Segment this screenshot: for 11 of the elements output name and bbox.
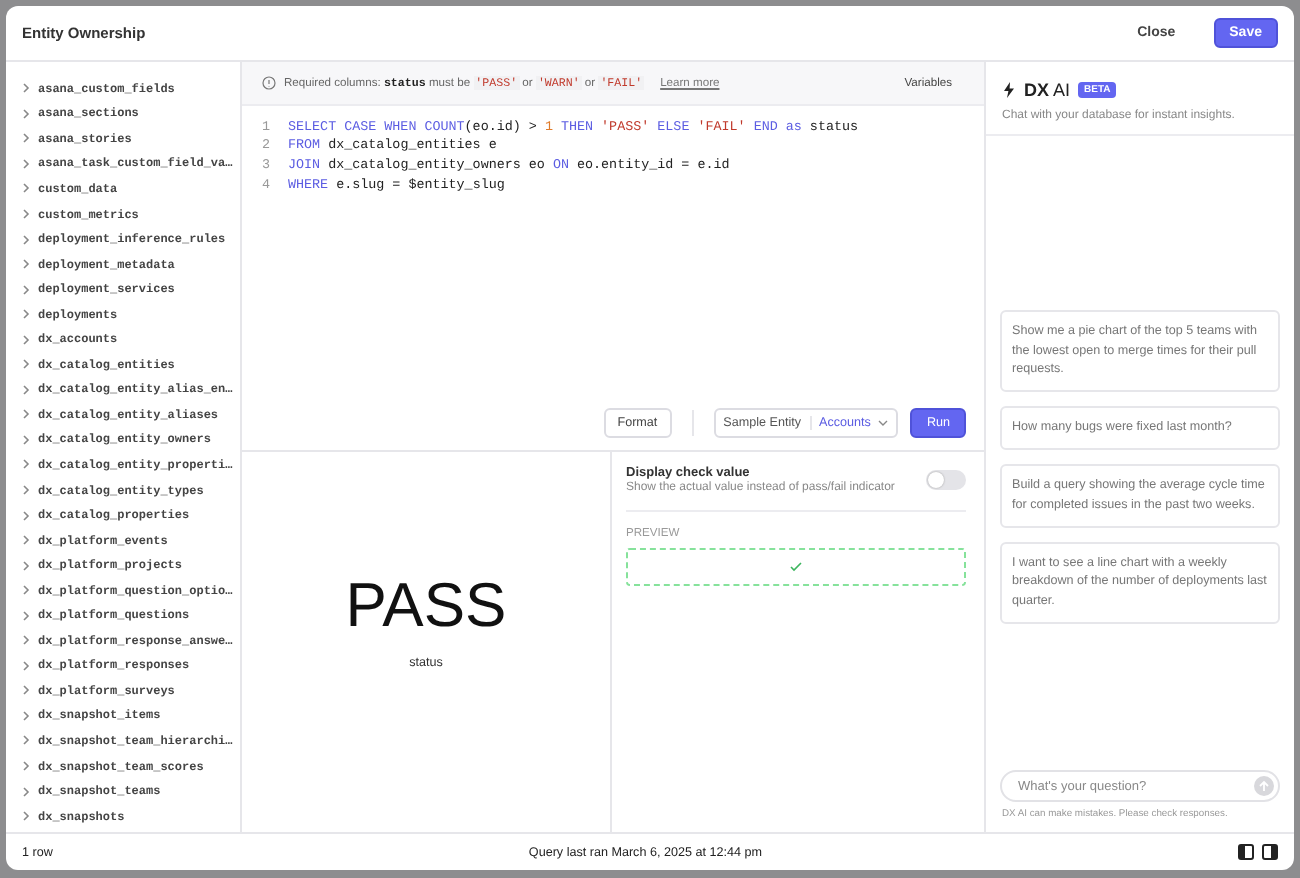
left-panel-icon xyxy=(1238,844,1254,860)
chevron-right-icon xyxy=(22,208,30,220)
caret-icon xyxy=(878,420,889,426)
send-icon xyxy=(1254,776,1274,796)
result-value: PASS xyxy=(345,574,507,636)
check-icon xyxy=(790,562,802,572)
toggle-switch[interactable] xyxy=(926,470,966,490)
info-icon xyxy=(262,76,276,90)
lightning-icon xyxy=(1002,82,1016,98)
right-panel-icon xyxy=(1262,844,1278,860)
panel-title: DX AI xyxy=(1024,80,1071,100)
